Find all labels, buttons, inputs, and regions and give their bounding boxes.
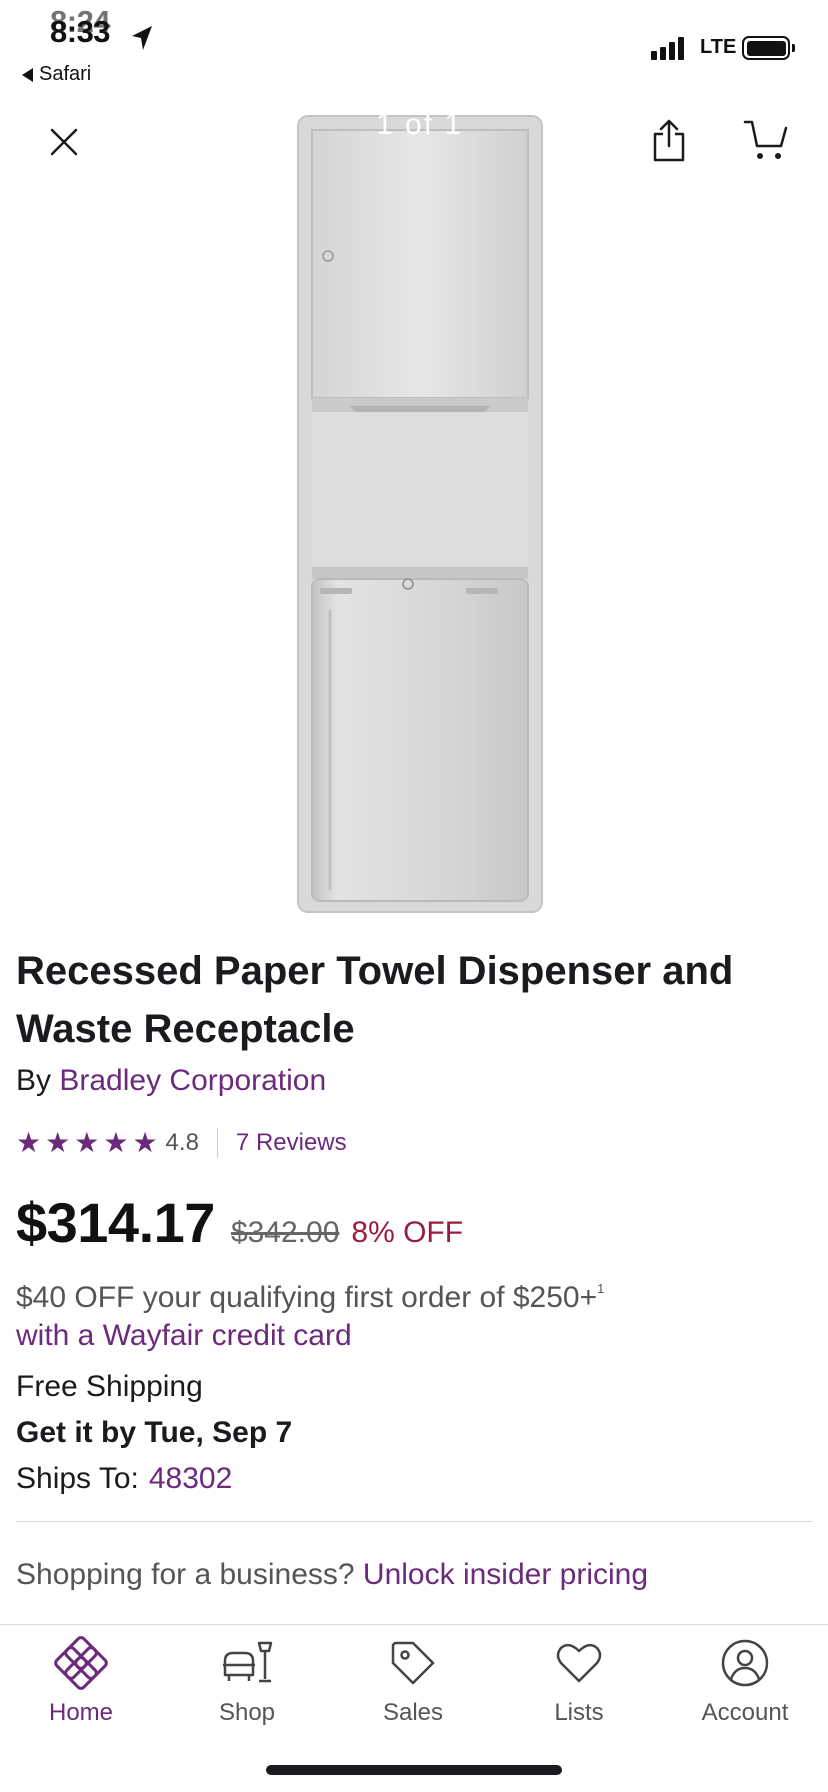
bottom-tab-bar: Home Shop Sales Lists Account xyxy=(0,1624,828,1792)
sale-price: $314.17 xyxy=(16,1191,215,1254)
image-counter: 1 of 1 xyxy=(376,108,464,141)
tab-lists[interactable]: Lists xyxy=(504,1635,654,1727)
credit-card-link[interactable]: with a Wayfair credit card xyxy=(16,1317,806,1355)
back-label: Safari xyxy=(39,63,92,85)
rating-divider xyxy=(216,1128,218,1158)
close-button[interactable] xyxy=(40,118,88,166)
star-icon: ★ xyxy=(132,1127,158,1158)
tab-label: Account xyxy=(701,1699,789,1726)
tab-sales[interactable]: Sales xyxy=(338,1635,488,1727)
tab-home[interactable]: Home xyxy=(6,1635,156,1727)
close-icon xyxy=(50,128,78,156)
free-shipping: Free Shipping xyxy=(16,1370,203,1403)
back-to-safari-link[interactable]: Safari xyxy=(22,63,91,86)
sales-tag-icon xyxy=(391,1641,435,1685)
original-price: $342.00 xyxy=(230,1216,340,1249)
product-image[interactable] xyxy=(290,110,550,920)
brand-link[interactable]: Bradley Corporation xyxy=(59,1064,326,1097)
star-icon: ★ xyxy=(103,1127,129,1158)
heart-icon xyxy=(556,1643,602,1683)
share-button[interactable] xyxy=(643,112,695,168)
battery-icon xyxy=(742,36,795,60)
reviews-link[interactable]: 7 Reviews xyxy=(236,1129,347,1157)
byline: By Bradley Corporation xyxy=(16,1064,326,1098)
tab-account[interactable]: Account xyxy=(670,1635,820,1727)
business-question: Shopping for a business? xyxy=(16,1558,355,1591)
tab-label: Shop xyxy=(218,1699,276,1726)
product-title: Recessed Paper Towel Dispenser and Waste… xyxy=(16,949,734,1051)
star-icon: ★ xyxy=(45,1127,71,1158)
location-arrow-icon xyxy=(132,26,152,50)
star-rating: ★ ★ ★ ★ ★ xyxy=(16,1129,158,1157)
promo-text: $40 OFF your qualifying first order of $… xyxy=(16,1281,598,1314)
star-icon: ★ xyxy=(16,1127,42,1158)
star-icon: ★ xyxy=(74,1127,100,1158)
shipping-info: Free Shipping Get it by Tue, Sep 7 Ships… xyxy=(16,1364,292,1502)
share-icon xyxy=(653,119,685,162)
discount-badge: 8% OFF xyxy=(351,1216,464,1249)
home-icon xyxy=(54,1636,108,1690)
rating-value: 4.8 xyxy=(165,1129,199,1156)
price-row: $314.17 $342.00 8% OFF xyxy=(16,1190,463,1255)
shop-icon xyxy=(223,1641,273,1683)
network-type: LTE xyxy=(700,36,737,58)
back-triangle-icon xyxy=(22,67,33,82)
credit-card-promo[interactable]: $40 OFF your qualifying first order of $… xyxy=(16,1270,806,1355)
tab-label: Home xyxy=(48,1699,114,1726)
account-icon xyxy=(721,1639,769,1687)
insider-pricing-link[interactable]: Unlock insider pricing xyxy=(363,1558,648,1591)
promo-footnote: 1 xyxy=(597,1281,605,1296)
cart-button[interactable] xyxy=(738,112,794,168)
status-time: 8:33 xyxy=(50,14,111,49)
tab-shop[interactable]: Shop xyxy=(172,1635,322,1727)
by-prefix: By xyxy=(16,1064,52,1097)
ships-to-label: Ships To: xyxy=(16,1462,139,1495)
rating-row[interactable]: ★ ★ ★ ★ ★ 4.8 7 Reviews xyxy=(16,1128,347,1158)
ships-to-row: Ships To: 48302 xyxy=(16,1456,292,1502)
home-indicator[interactable] xyxy=(266,1765,562,1775)
zip-code-link[interactable]: 48302 xyxy=(149,1462,232,1495)
tab-label: Sales xyxy=(382,1699,444,1726)
business-pricing: Shopping for a business? Unlock insider … xyxy=(16,1558,648,1592)
cart-icon xyxy=(743,120,788,159)
section-divider xyxy=(16,1521,812,1522)
cellular-signal-icon xyxy=(651,36,684,60)
tab-label: Lists xyxy=(554,1699,604,1726)
delivery-date: Get it by Tue, Sep 7 xyxy=(16,1416,293,1449)
